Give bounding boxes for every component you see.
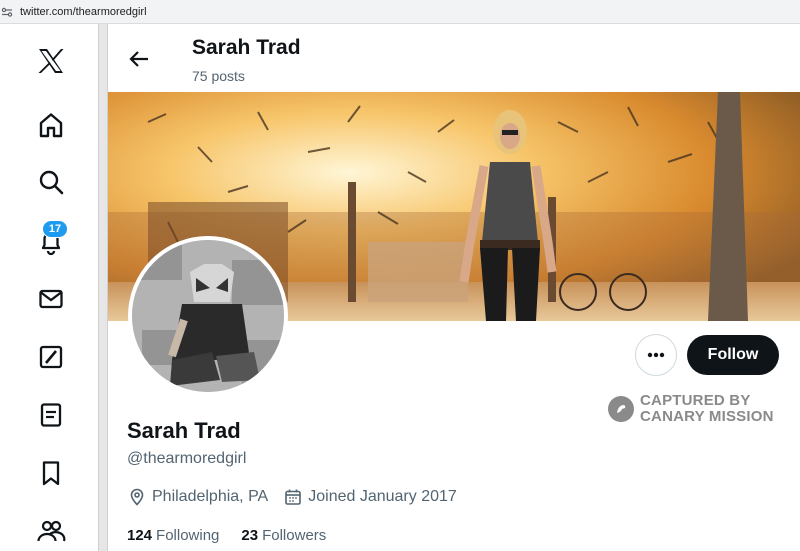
messages-icon[interactable] [36,284,66,314]
followers-link[interactable]: 23 Followers [241,527,326,544]
following-label: Following [156,527,220,544]
profile-location: Philadelphia, PA [152,488,269,505]
more-options-button[interactable] [635,334,677,376]
sidebar-nav: 17 [0,24,98,551]
follow-button[interactable]: Follow [687,335,779,375]
following-link[interactable]: 124 Following [127,527,219,544]
watermark-line-1: CAPTURED BY [640,392,751,409]
arrow-left-icon [129,51,148,67]
calendar-icon [285,489,302,505]
home-icon[interactable] [36,110,66,140]
communities-icon[interactable] [36,517,66,547]
posts-count: 75 posts [192,68,245,84]
followers-count: 23 [241,527,259,544]
x-logo-icon[interactable] [36,46,66,76]
header-display-name: Sarah Trad [192,36,301,59]
joined-item: Joined January 2017 [284,488,457,506]
canary-bird-icon [608,396,634,422]
back-button[interactable] [126,46,152,72]
canary-mission-watermark: CAPTURED BY CANARY MISSION [608,393,774,425]
url-text[interactable]: twitter.com/thearmoredgirl [20,6,147,18]
watermark-line-2: CANARY MISSION [640,408,774,425]
profile-meta: Philadelphia, PA Joined January 2017 [128,488,473,506]
profile-column: Sarah Trad 75 posts Follow CAPTURED BY C… [108,24,800,551]
profile-stats: 124 Following 23 Followers [127,527,348,544]
location-item: Philadelphia, PA [128,488,268,506]
profile-display-name: Sarah Trad [127,418,241,443]
lists-icon[interactable] [36,400,66,430]
grok-icon[interactable] [36,342,66,372]
following-count: 124 [127,527,153,544]
profile-header-bar: Sarah Trad 75 posts [108,24,800,92]
more-dots-icon [647,352,665,358]
location-pin-icon [130,488,144,506]
bookmarks-icon[interactable] [36,458,66,488]
site-info-icon[interactable] [0,5,14,19]
search-icon[interactable] [36,167,66,197]
profile-handle: @thearmoredgirl [127,450,247,467]
scrollbar[interactable] [98,24,108,551]
profile-joined-date: Joined January 2017 [308,488,457,505]
browser-address-bar[interactable]: twitter.com/thearmoredgirl [0,0,800,24]
notification-badge[interactable]: 17 [42,220,68,238]
followers-label: Followers [262,527,327,544]
profile-avatar[interactable] [128,236,288,396]
